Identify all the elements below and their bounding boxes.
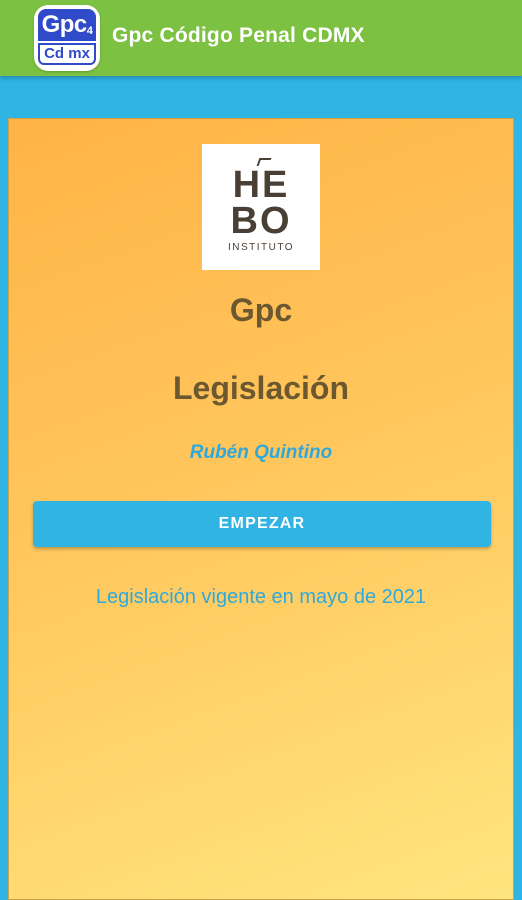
app-icon-top: Gpc4 xyxy=(38,9,96,41)
start-button[interactable]: EMPEZAR xyxy=(33,501,491,547)
logo-subtitle: INSTITUTO xyxy=(227,242,295,253)
page-subtitle: Legislación xyxy=(172,370,350,406)
app-bar: Gpc4 Cd mx Gpc Código Penal CDMX xyxy=(0,0,522,76)
app-icon-bottom: Cd mx xyxy=(38,43,96,65)
logo-line1: HE xyxy=(232,164,290,206)
app-icon-label: Gpc xyxy=(41,11,88,38)
author-name: Rubén Quintino xyxy=(189,442,333,463)
logo-line2: BO xyxy=(230,200,292,242)
legislation-note: Legislación vigente en mayo de 2021 xyxy=(95,586,427,608)
app-icon: Gpc4 Cd mx xyxy=(34,5,100,71)
app-title: Gpc Código Penal CDMX xyxy=(112,24,365,47)
page-title: Gpc xyxy=(229,292,293,328)
app-icon-subscript: 4 xyxy=(86,25,93,37)
hebo-logo: HE BO INSTITUTO xyxy=(202,144,320,270)
